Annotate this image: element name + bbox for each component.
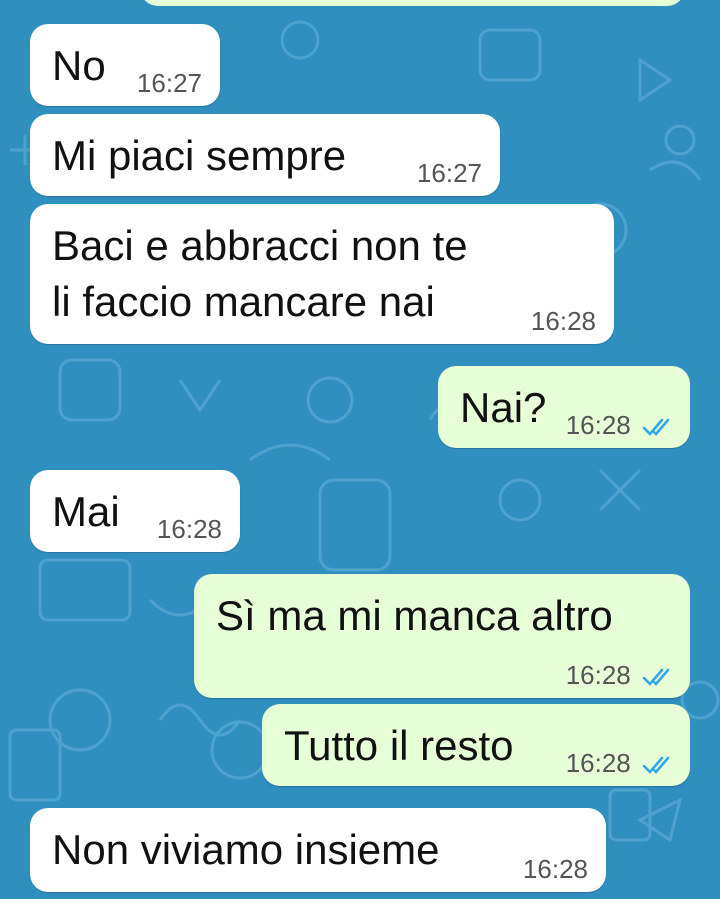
message-meta: 16:28 xyxy=(566,748,672,778)
double-check-read-icon xyxy=(642,418,670,437)
message-text: Nai? xyxy=(460,384,547,431)
double-check-read-icon xyxy=(642,756,670,775)
message-incoming[interactable]: Mi piaci sempre 16:27 xyxy=(30,114,500,196)
message-time: 16:27 xyxy=(416,158,482,188)
message-time: 16:28 xyxy=(522,854,588,884)
message-time: 16:28 xyxy=(530,306,596,336)
message-incoming[interactable]: No 16:27 xyxy=(30,24,220,106)
message-time: 16:28 xyxy=(156,514,222,544)
message-text: Baci e abbracci non te li faccio mancare… xyxy=(52,222,468,325)
double-check-read-icon xyxy=(642,668,670,687)
message-text: Non viviamo insieme xyxy=(52,826,440,873)
message-time: 16:28 xyxy=(565,660,631,690)
message-outgoing[interactable]: Tutto il resto 16:28 xyxy=(262,704,690,786)
message-meta: 16:28 xyxy=(566,410,672,440)
message-text: Mi piaci sempre xyxy=(52,132,347,179)
message-outgoing[interactable]: Nai? 16:28 xyxy=(438,366,690,448)
message-time: 16:28 xyxy=(565,410,631,440)
message-outgoing[interactable]: Sì ma mi manca altro 16:28 xyxy=(194,574,690,698)
message-time: 16:28 xyxy=(565,748,631,778)
message-incoming[interactable]: Mai 16:28 xyxy=(30,470,240,552)
message-text: No xyxy=(52,42,106,89)
message-incoming[interactable]: Non viviamo insieme 16:28 xyxy=(30,808,606,892)
message-text: Sì ma mi manca altro xyxy=(216,592,613,639)
message-incoming[interactable]: Baci e abbracci non te li faccio mancare… xyxy=(30,204,614,344)
previous-message-bubble[interactable] xyxy=(140,0,685,6)
message-text: Tutto il resto xyxy=(284,722,514,769)
message-meta: 16:28 xyxy=(566,660,672,690)
message-text: Mai xyxy=(52,488,120,535)
message-time: 16:27 xyxy=(136,68,202,98)
